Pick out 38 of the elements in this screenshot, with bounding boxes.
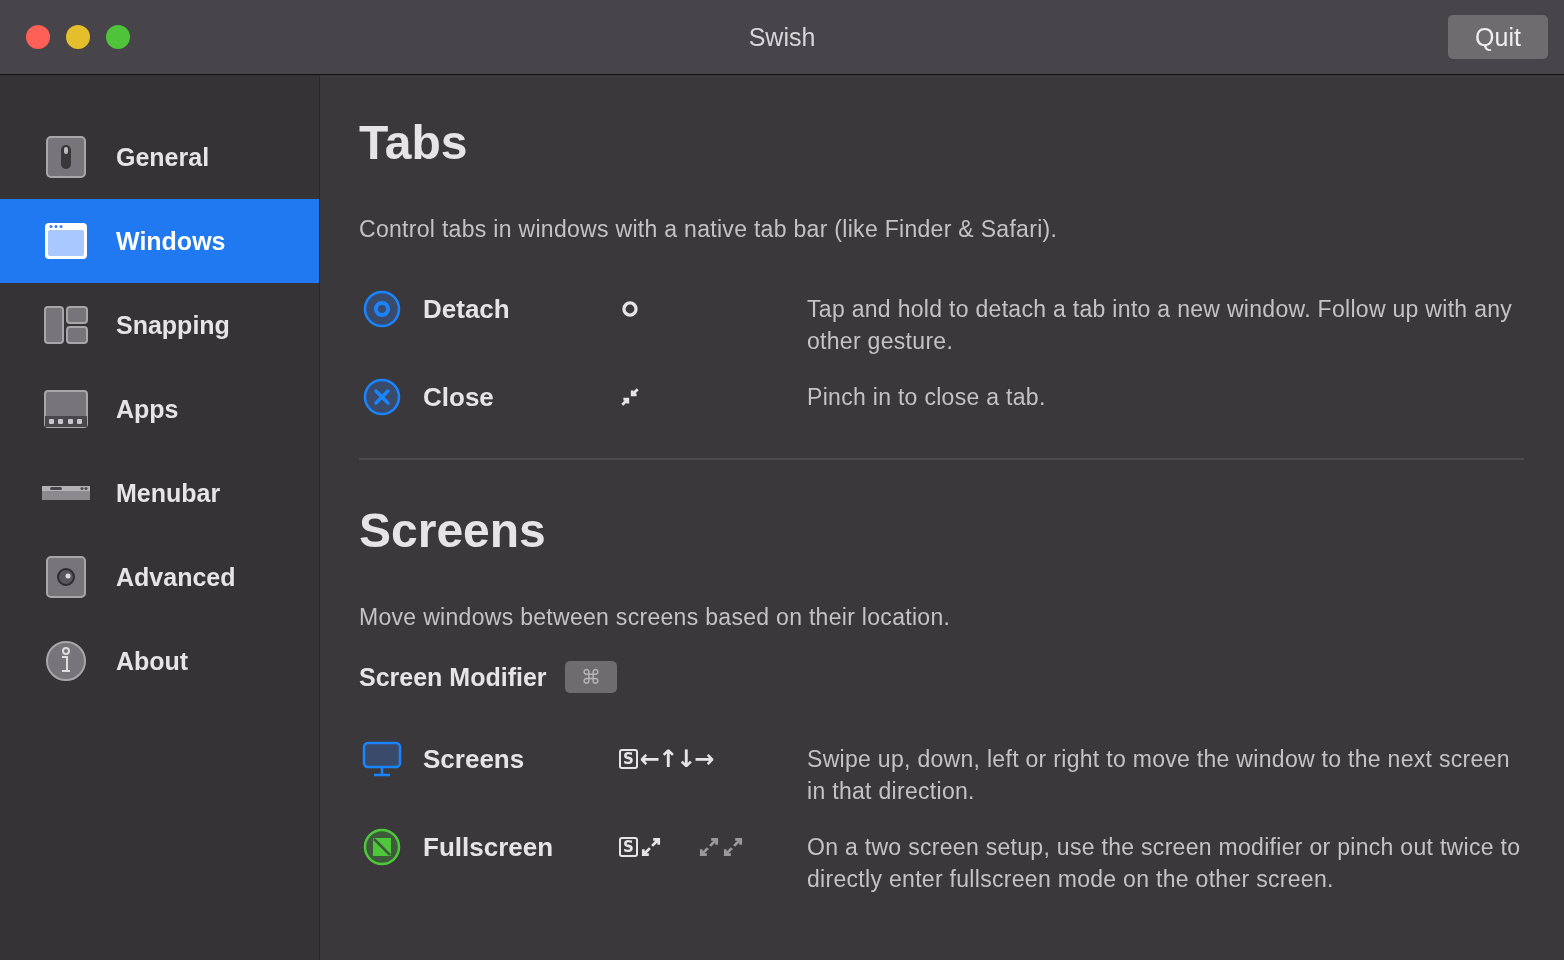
close-icon xyxy=(362,377,402,417)
close-icon[interactable] xyxy=(26,25,50,49)
sidebar-item[interactable]: About xyxy=(0,619,319,703)
gesture-description: Tap and hold to detach a tab into a new window. Follow up with any other gesture. xyxy=(807,295,1514,356)
sidebar-item[interactable]: Menubar xyxy=(0,451,319,535)
section-title: Tabs xyxy=(359,115,469,171)
modifier-label: Screen Modifier xyxy=(359,662,547,692)
detach-icon xyxy=(362,289,402,329)
minimize-icon[interactable] xyxy=(66,25,90,49)
tap-icon xyxy=(619,298,641,320)
gesture-name: Screens xyxy=(423,743,526,775)
gesture-description: On a two screen setup, use the screen modifier or pinch out twice to directly enter fullscreen mode on the other screen. xyxy=(807,833,1522,894)
pinch-in-icon xyxy=(619,386,641,408)
pinch-out-icon xyxy=(697,836,720,858)
sidebar-item[interactable]: Windows xyxy=(0,199,319,283)
modifier-key-badge: S xyxy=(619,749,638,769)
section-description: Control tabs in windows with a native tab bar (like Finder & Safari). xyxy=(359,216,1059,243)
sidebar-item[interactable]: General xyxy=(0,115,319,199)
fullscreen-icon xyxy=(362,827,402,867)
gesture-description: Pinch in to close a tab. xyxy=(807,383,1047,412)
quit-button[interactable]: Quit xyxy=(1448,15,1548,59)
section-title: Screens xyxy=(359,503,547,559)
zoom-icon[interactable] xyxy=(106,25,130,49)
sidebar-item[interactable]: Snapping xyxy=(0,283,319,367)
sidebar-item[interactable]: Advanced xyxy=(0,535,319,619)
gesture-name: Close xyxy=(423,381,495,413)
window-title: Swish xyxy=(748,22,816,52)
gesture-name: Fullscreen xyxy=(423,831,555,863)
pinch-out-icon xyxy=(639,836,662,858)
section-description: Move windows between screens based on their location. xyxy=(359,604,952,631)
pinch-out-icon xyxy=(721,836,744,858)
screens-icon xyxy=(362,739,402,779)
gesture-description: Swipe up, down, left or right to move the window to the next screen in that direction. xyxy=(807,745,1511,806)
menubar-icon xyxy=(42,486,90,500)
modifier-key-badge: S xyxy=(619,837,638,857)
arrow-keys: ←↑↓→ xyxy=(639,745,713,773)
sidebar-item[interactable]: Apps xyxy=(0,367,319,451)
gesture-name: Detach xyxy=(423,293,511,325)
